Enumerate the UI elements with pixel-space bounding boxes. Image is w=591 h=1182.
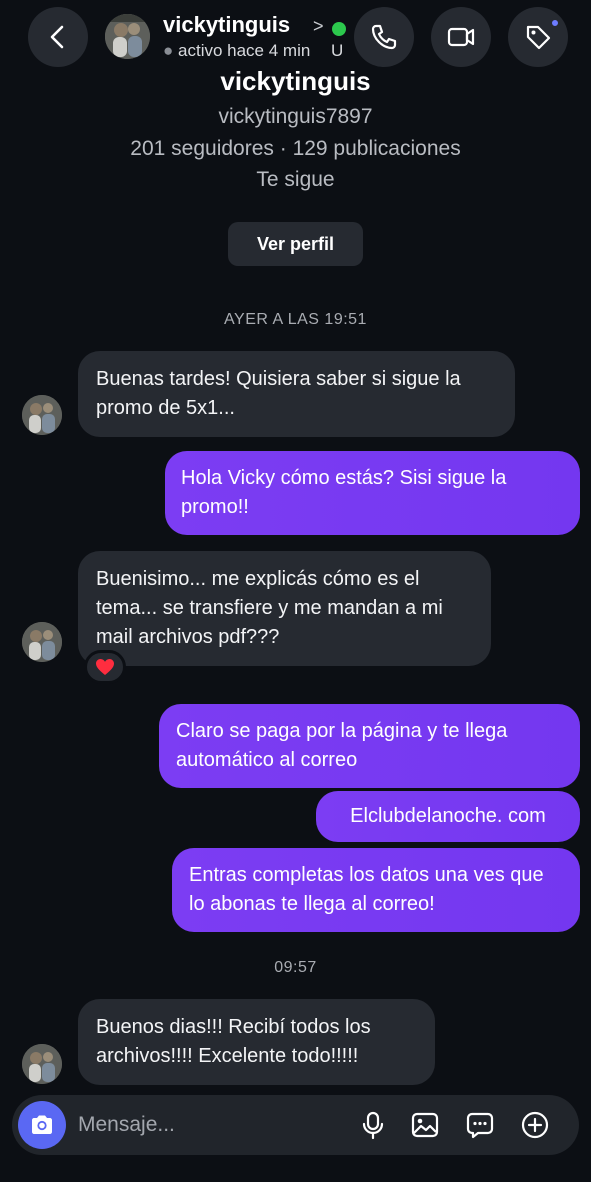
online-status-dot (332, 22, 346, 36)
sender-avatar[interactable] (22, 395, 62, 435)
sticker-button[interactable] (463, 1108, 497, 1142)
back-arrow-icon (50, 25, 64, 49)
message-text: Elclubdelanoche. com (350, 805, 546, 827)
timestamp: AYER A LAS 19:51 (224, 311, 367, 328)
activity-dot-glyph: ● (163, 41, 174, 60)
header-avatar[interactable] (105, 14, 150, 59)
add-button[interactable] (518, 1108, 552, 1142)
header-username[interactable]: vickytinguis (163, 12, 290, 38)
chevron-right-icon: > (313, 16, 324, 36)
heart-reaction[interactable] (84, 650, 126, 684)
avatar-image (22, 1044, 62, 1084)
message-text: Buenos dias!!! Recibí todos los archivos… (96, 1016, 371, 1067)
gallery-icon (411, 1112, 439, 1138)
gallery-button[interactable] (408, 1108, 442, 1142)
message-input[interactable] (78, 1110, 338, 1140)
outgoing-message[interactable]: Entras completas los datos una ves que l… (172, 848, 580, 932)
avatar-image (105, 14, 150, 59)
video-call-button[interactable] (431, 7, 491, 67)
heart-icon (96, 659, 114, 675)
profile-stats: 201 seguidores · 129 publicaciones (130, 137, 461, 160)
outgoing-message[interactable]: Elclubdelanoche. com (316, 791, 580, 842)
activity-status-overflow: U (331, 41, 344, 60)
message-text: Hola Vicky cómo estás? Sisi sigue la pro… (181, 467, 507, 518)
message-text: Buenas tardes! Quisiera saber si sigue l… (96, 368, 461, 419)
message-text: Buenisimo... me explicás cómo es el tema… (96, 568, 443, 648)
video-camera-icon (447, 27, 475, 47)
tag-badge-dot (550, 18, 560, 28)
activity-status: ● activo hace 4 min U (163, 41, 343, 61)
outgoing-message[interactable]: Claro se paga por la página y te llega a… (159, 704, 580, 788)
message-text: Claro se paga por la página y te llega a… (176, 720, 508, 771)
call-button[interactable] (354, 7, 414, 67)
phone-icon (371, 24, 397, 50)
camera-icon (32, 1115, 52, 1134)
follows-you-label: Te sigue (256, 168, 335, 191)
avatar-image (22, 395, 62, 435)
microphone-button[interactable] (356, 1108, 390, 1142)
incoming-message[interactable]: Buenisimo... me explicás cómo es el tema… (78, 551, 491, 666)
tag-icon (526, 25, 551, 50)
microphone-icon (362, 1111, 384, 1140)
activity-status-text: activo hace 4 min (178, 41, 311, 60)
outgoing-message[interactable]: Hola Vicky cómo estás? Sisi sigue la pro… (165, 451, 580, 535)
sender-avatar[interactable] (22, 1044, 62, 1084)
sticker-icon (466, 1112, 494, 1139)
profile-handle: vickytinguis7897 (218, 105, 373, 128)
back-button[interactable] (28, 7, 88, 67)
incoming-message[interactable]: Buenas tardes! Quisiera saber si sigue l… (78, 351, 515, 437)
timestamp: 09:57 (274, 959, 317, 976)
message-text: Entras completas los datos una ves que l… (189, 864, 544, 915)
tag-button[interactable] (508, 7, 568, 67)
incoming-message[interactable]: Buenos dias!!! Recibí todos los archivos… (78, 999, 435, 1085)
view-profile-button[interactable]: Ver perfil (228, 222, 363, 266)
add-icon (521, 1111, 549, 1139)
profile-name: vickytinguis (220, 66, 371, 96)
sender-avatar[interactable] (22, 622, 62, 662)
avatar-image (22, 622, 62, 662)
camera-button[interactable] (18, 1101, 66, 1149)
